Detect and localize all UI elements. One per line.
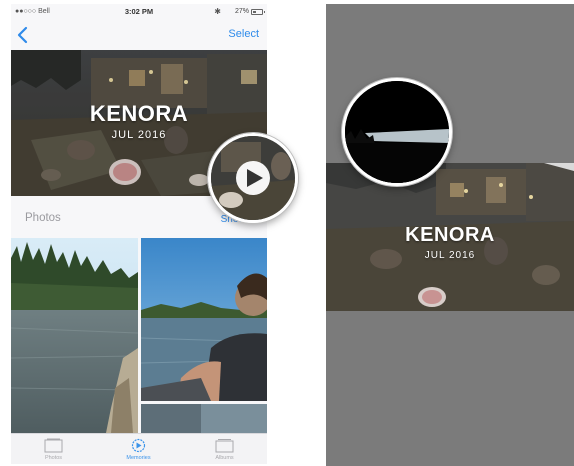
albums-tab-icon bbox=[215, 439, 234, 453]
photos-tab-icon bbox=[44, 438, 63, 453]
photos-section-title: Photos bbox=[25, 212, 61, 224]
zoomed-video-frame bbox=[345, 81, 449, 183]
tab-photos[interactable]: Photos bbox=[11, 434, 96, 464]
photo-grid bbox=[11, 238, 267, 433]
photo-thumbnail[interactable] bbox=[141, 404, 267, 433]
photo-thumbnail[interactable] bbox=[141, 238, 267, 401]
phone-screen-memories: ●●○○○ Bell 3:02 PM ✱ 27% Select KENORA J… bbox=[11, 4, 267, 464]
tab-bar: Photos Memories Albums bbox=[11, 433, 267, 464]
tab-label: Memories bbox=[126, 455, 151, 461]
status-time: 3:02 PM bbox=[124, 7, 154, 16]
memory-title: KENORA bbox=[89, 101, 189, 126]
select-button[interactable]: Select bbox=[228, 28, 259, 40]
battery-percent: 27% bbox=[234, 8, 249, 15]
memory-playback-cover: KENORA JUL 2016 bbox=[326, 163, 574, 311]
phone-screen-playback: KENORA JUL 2016 bbox=[326, 4, 574, 466]
zoom-callout-play bbox=[208, 133, 298, 223]
tab-label: Photos bbox=[44, 455, 63, 461]
tab-memories[interactable]: Memories bbox=[96, 434, 181, 464]
water-photo bbox=[141, 404, 267, 433]
bluetooth-icon: ✱ bbox=[214, 7, 221, 16]
zoom-callout-video-start bbox=[342, 78, 452, 186]
memory-title: KENORA bbox=[405, 224, 495, 246]
boat-person-photo bbox=[141, 238, 267, 401]
lake-forest-photo bbox=[11, 238, 138, 433]
tab-label: Albums bbox=[215, 455, 234, 461]
zoomed-memory-photo bbox=[211, 136, 295, 220]
memory-date: JUL 2016 bbox=[424, 250, 476, 261]
play-icon[interactable] bbox=[236, 161, 270, 195]
tab-albums[interactable]: Albums bbox=[182, 434, 267, 464]
nav-bar: Select bbox=[11, 20, 267, 50]
photo-thumbnail[interactable] bbox=[11, 238, 138, 433]
memories-tab-icon bbox=[131, 438, 146, 453]
battery-icon bbox=[251, 9, 265, 15]
chevron-left-icon[interactable] bbox=[15, 25, 31, 45]
status-bar: ●●○○○ Bell 3:02 PM ✱ 27% bbox=[11, 4, 267, 20]
